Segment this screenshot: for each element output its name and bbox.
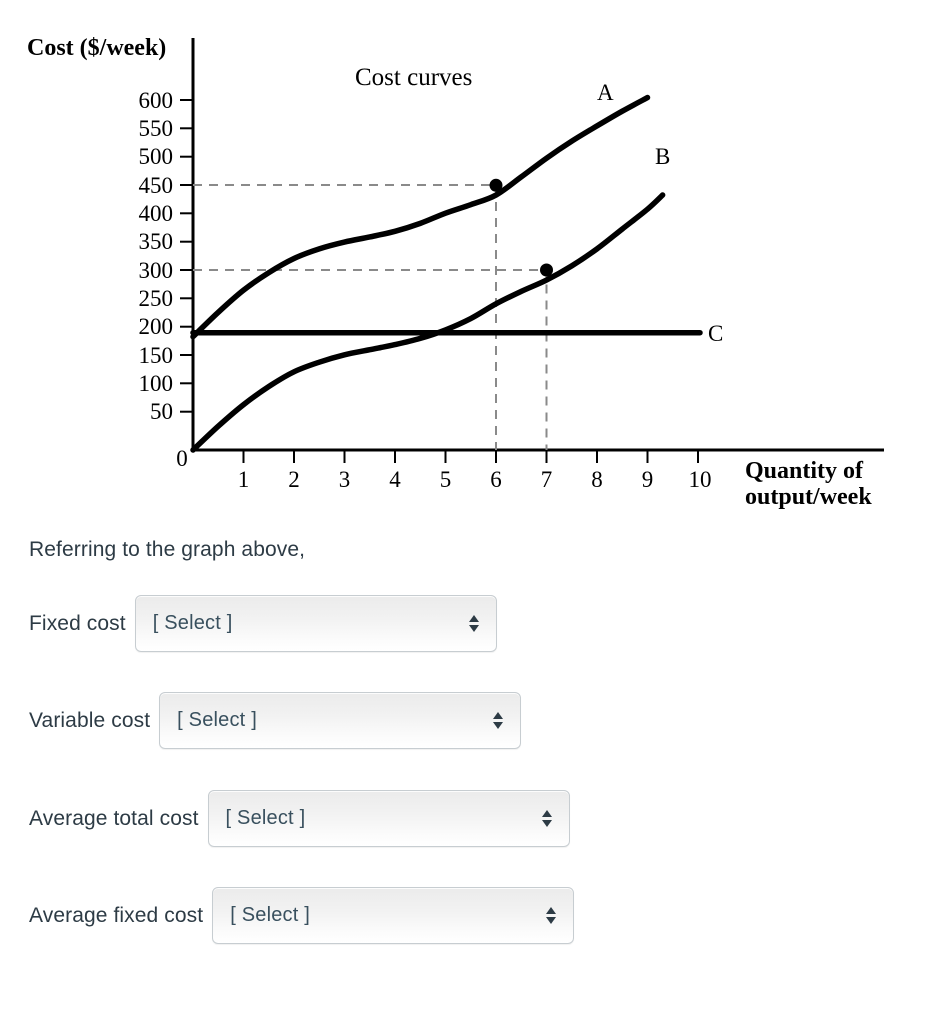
y-tick-50: 50 [150, 399, 173, 424]
field-row-average-total-cost: Average total cost [ Select ] [29, 790, 570, 847]
y-tick-400: 400 [139, 201, 174, 226]
y-tick-100: 100 [139, 371, 174, 396]
arrow-down-icon [468, 624, 479, 632]
label-average-total-cost: Average total cost [29, 806, 199, 830]
curve-label-c: C [708, 321, 723, 346]
x-axis-ticks [242, 450, 699, 463]
select-fixed-cost-value: [ Select ] [152, 612, 233, 634]
arrow-up-icon [546, 907, 557, 915]
select-average-fixed-cost[interactable]: [ Select ] [212, 887, 575, 944]
select-fixed-cost[interactable]: [ Select ] [134, 595, 497, 652]
curve-label-a: A [597, 80, 614, 105]
y-axis-ticks [180, 99, 193, 413]
y-tick-0: 0 [176, 446, 188, 471]
curve-b-variable-cost [190, 192, 666, 453]
select-variable-cost[interactable]: [ Select ] [159, 692, 522, 749]
cost-curves-figure: Cost ($/week) Cost curves 600 550 500 45… [0, 0, 926, 515]
arrow-down-icon [493, 721, 504, 729]
x-tick-1: 1 [238, 467, 250, 492]
select-updown-arrows-icon [541, 808, 552, 830]
select-updown-arrows-icon [493, 710, 504, 732]
x-tick-7: 7 [541, 467, 553, 492]
arrow-up-icon [468, 615, 479, 623]
select-average-fixed-cost-value: [ Select ] [230, 904, 310, 926]
y-tick-350: 350 [139, 229, 174, 254]
select-updown-arrows-icon [546, 905, 557, 927]
x-axis-title-line1: Quantity of [745, 458, 864, 484]
select-variable-cost-value: [ Select ] [177, 709, 257, 731]
select-average-total-cost-value: [ Select ] [225, 807, 306, 829]
x-tick-5: 5 [440, 467, 452, 492]
y-tick-250: 250 [139, 286, 174, 311]
x-tick-3: 3 [339, 467, 351, 492]
y-tick-450: 450 [139, 173, 174, 198]
guide-line-b-300-7 [193, 269, 548, 450]
arrow-up-icon [541, 810, 552, 818]
field-row-average-fixed-cost: Average fixed cost [ Select ] [29, 887, 575, 944]
arrow-down-icon [546, 916, 557, 924]
x-tick-9: 9 [642, 467, 654, 492]
x-axis-tick-labels: 1 2 3 4 5 6 7 8 9 10 [238, 467, 712, 492]
curve-label-b: B [655, 144, 670, 169]
select-updown-arrows-icon [468, 613, 479, 635]
cost-curves-chart: Cost ($/week) Cost curves 600 550 500 45… [27, 35, 884, 510]
curve-a-total-cost [190, 94, 651, 340]
y-tick-600: 600 [139, 88, 174, 113]
x-tick-2: 2 [288, 467, 300, 492]
x-tick-6: 6 [490, 467, 502, 492]
field-row-variable-cost: Variable cost [ Select ] [29, 692, 522, 749]
chart-title: Cost curves [355, 64, 472, 91]
marker-point-a-6-450 [489, 178, 503, 192]
y-tick-200: 200 [139, 314, 174, 339]
label-average-fixed-cost: Average fixed cost [29, 903, 204, 927]
y-axis-title: Cost ($/week) [27, 35, 166, 61]
x-tick-4: 4 [389, 467, 401, 492]
marker-point-b-7-300 [540, 263, 553, 277]
x-tick-10: 10 [689, 467, 712, 492]
question-prompt: Referring to the graph above, [29, 538, 306, 561]
y-tick-300: 300 [139, 258, 174, 283]
y-tick-500: 500 [139, 144, 174, 169]
x-axis-title-line2: output/week [745, 484, 872, 510]
x-tick-8: 8 [591, 467, 603, 492]
arrow-up-icon [493, 712, 504, 720]
field-row-fixed-cost: Fixed cost [ Select ] [29, 595, 497, 652]
y-tick-550: 550 [139, 116, 174, 141]
select-average-total-cost[interactable]: [ Select ] [207, 790, 570, 847]
label-variable-cost: Variable cost [29, 708, 151, 732]
label-fixed-cost: Fixed cost [29, 611, 126, 635]
arrow-down-icon [541, 819, 552, 827]
y-tick-150: 150 [139, 343, 174, 368]
y-axis-tick-labels: 600 550 500 450 400 350 300 250 200 150 … [139, 88, 188, 471]
